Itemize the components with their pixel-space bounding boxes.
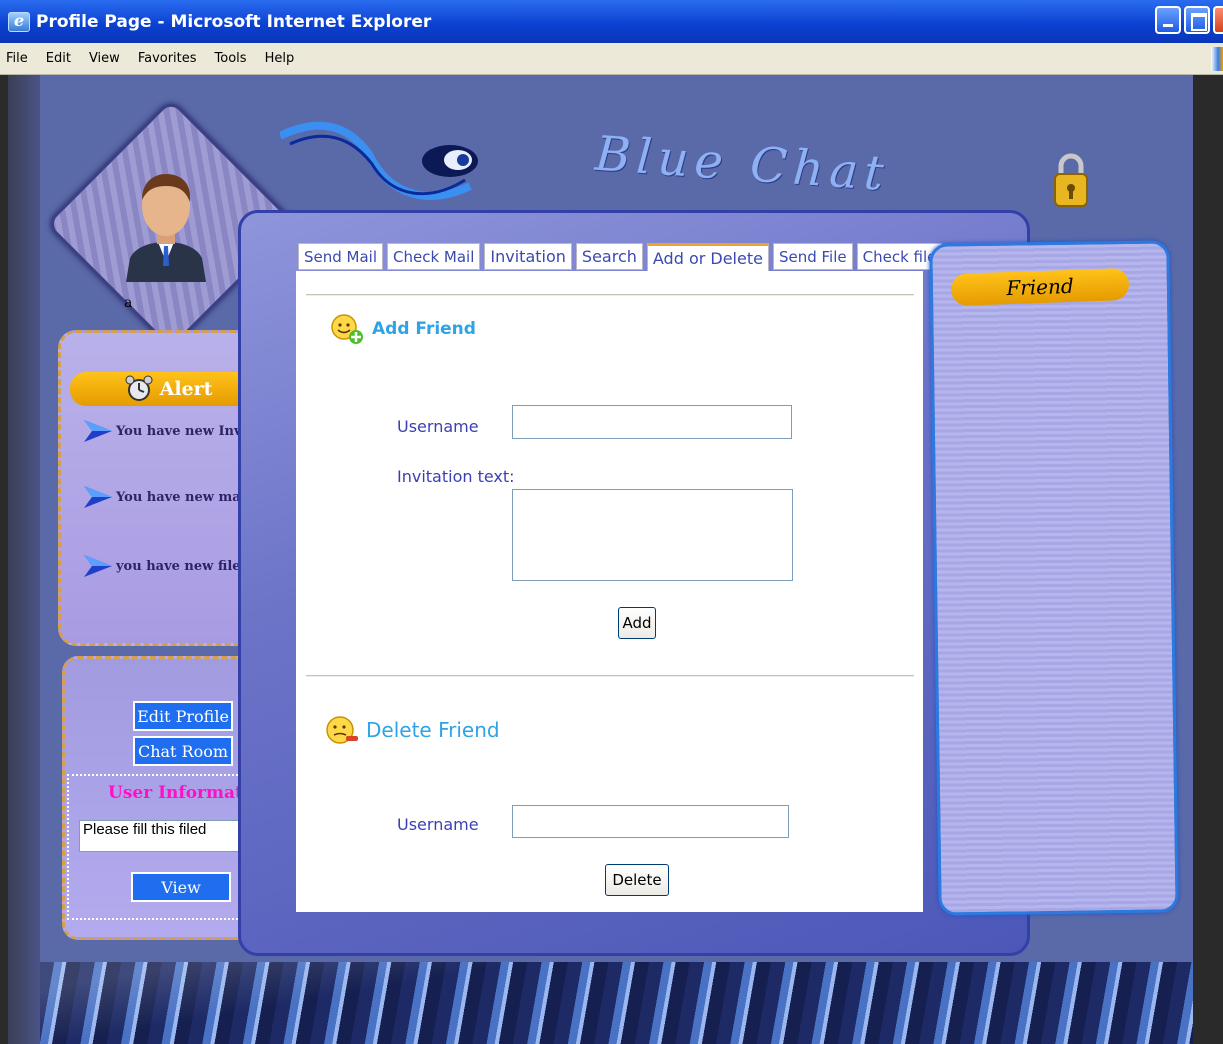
alert-header: Alert [70,372,266,406]
profile-username: a [124,295,133,311]
divider [306,675,914,677]
lock-icon[interactable] [1053,152,1089,208]
invitation-text-label: Invitation text: [397,467,515,486]
maximize-button[interactable] [1184,6,1210,34]
add-button[interactable]: Add [618,607,656,639]
edit-profile-button[interactable]: Edit Profile [133,701,233,731]
tab-add-or-delete[interactable]: Add or Delete [646,243,769,272]
arrow-icon [84,486,112,508]
alert-item-file[interactable]: you have new file [84,555,241,577]
tab-bar: Send Mail Check Mail Invitation Search A… [298,243,943,272]
add-friend-icon [331,314,363,344]
add-friend-heading: Add Friend [330,313,476,345]
menu-bar: File Edit View Favorites Tools Help [0,43,1223,75]
delete-friend-heading: Delete Friend [324,714,500,746]
menu-help[interactable]: Help [265,51,295,66]
delete-username-input[interactable] [512,805,789,838]
window-title-bar[interactable]: Profile Page - Microsoft Internet Explor… [0,0,1223,43]
alert-item-label: you have new file [116,558,241,574]
add-friend-title: Add Friend [372,319,476,339]
add-username-label: Username [397,417,479,436]
chat-room-button[interactable]: Chat Room [133,736,233,766]
menu-favorites[interactable]: Favorites [138,51,197,66]
tab-invitation[interactable]: Invitation [484,243,572,270]
user-information-input[interactable]: Please fill this filed [79,820,263,852]
window-controls [1155,6,1223,34]
menu-tools[interactable]: Tools [215,51,247,66]
tab-search[interactable]: Search [575,243,643,270]
tab-check-mail[interactable]: Check Mail [387,243,481,270]
friend-list-panel [929,240,1179,916]
logo-text: Blue Chat [593,125,892,203]
menu-view[interactable]: View [89,51,120,66]
page-left-border [8,75,40,1044]
add-username-input[interactable] [512,405,792,439]
delete-friend-title: Delete Friend [366,718,500,742]
friend-list-title: Friend [950,267,1130,307]
delete-friend-icon [326,716,358,744]
alarm-clock-icon [125,375,153,401]
windows-logo-icon [1211,47,1223,71]
bottom-banner-image [40,962,1193,1044]
arrow-icon [84,420,112,442]
alert-item-mail[interactable]: You have new mail [84,486,251,508]
menu-edit[interactable]: Edit [46,51,71,66]
delete-button[interactable]: Delete [605,864,669,896]
minimize-button[interactable] [1155,6,1181,34]
site-logo: Blue Chat [280,108,920,218]
internet-explorer-icon [8,11,30,32]
eye-swirl-icon [280,121,478,200]
view-button[interactable]: View [131,872,231,902]
tab-send-mail[interactable]: Send Mail [298,243,384,270]
alert-title: Alert [159,378,213,400]
close-button[interactable] [1213,6,1223,34]
avatar[interactable] [122,170,210,282]
window-title: Profile Page - Microsoft Internet Explor… [36,11,432,32]
delete-username-label: Username [397,815,479,834]
tab-send-file[interactable]: Send File [772,243,853,270]
arrow-icon [84,555,112,577]
menu-file[interactable]: File [6,51,28,66]
invitation-text-field[interactable] [512,489,793,581]
alert-item-label: You have new mail [116,489,251,505]
divider [306,294,914,296]
page-right-border [1193,75,1223,1044]
